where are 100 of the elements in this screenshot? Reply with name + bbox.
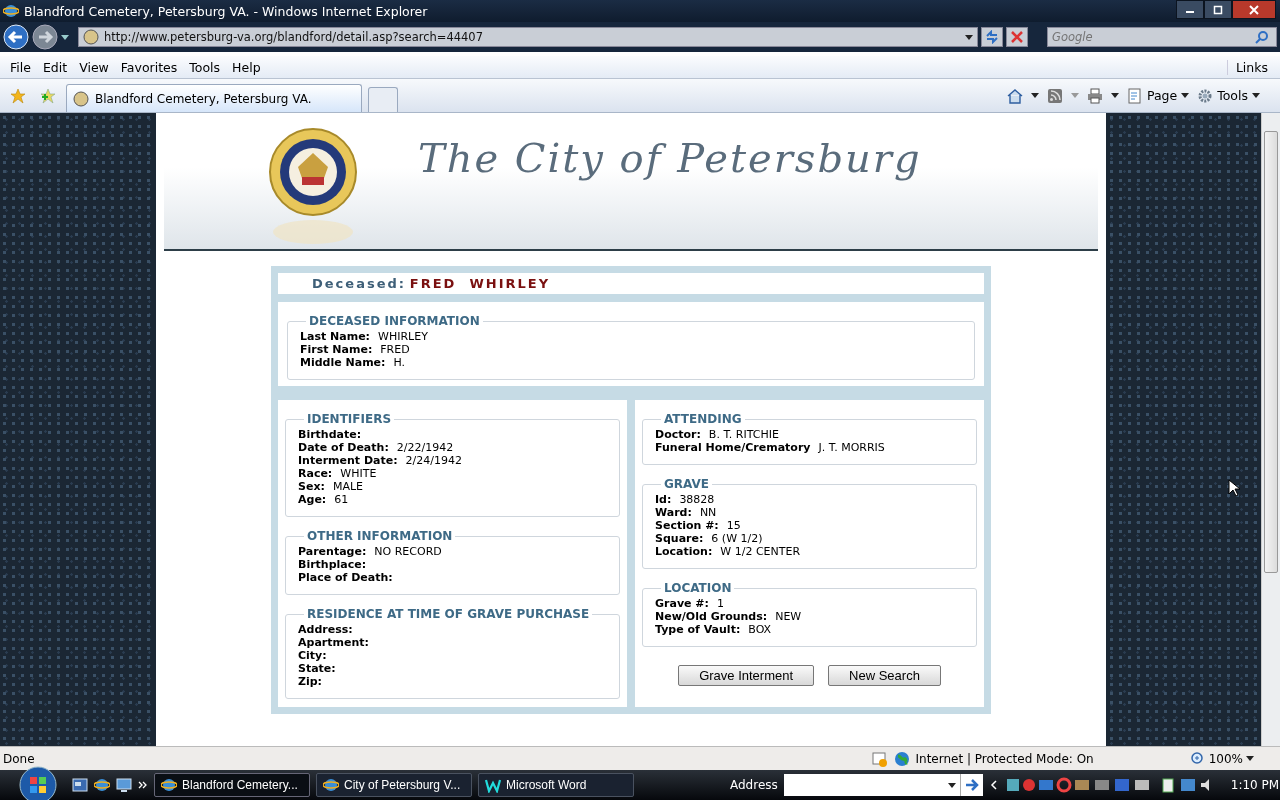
field-label: Race: [298,467,333,480]
browser-tab[interactable]: Blandford Cemetery, Petersburg VA. [66,84,362,112]
field-value: MALE [332,480,363,493]
field-value: 2/22/1942 [396,441,454,454]
browser-logo-icon [323,777,339,793]
field-label: First Name: [300,343,373,356]
section-title: ATTENDING [663,412,743,426]
caret-icon[interactable] [1030,93,1039,98]
menu-item[interactable]: Edit [36,59,74,75]
show-desktop-icon[interactable] [116,777,132,793]
close-icon [1011,31,1023,43]
field-value: J. T. MORRIS [818,441,885,454]
field-value: 15 [726,519,741,532]
command-menu[interactable]: Tools [1197,87,1260,104]
menu-item[interactable]: Tools [183,59,227,75]
section-title: IDENTIFIERS [306,412,393,426]
field-value: H. [393,356,406,369]
browser-logo-icon [3,3,19,19]
caret-icon[interactable] [1110,93,1119,98]
zoom-level[interactable]: 100% [1189,750,1254,767]
clock[interactable]: 1:10 PM [1230,778,1280,792]
arrow-icon [964,779,979,791]
field-value: 38828 [679,493,715,506]
field-label: Section #: [655,519,719,532]
page-icon [1126,87,1143,104]
chevron-icon[interactable] [988,780,999,790]
field-label: Last Name: [300,330,371,343]
field-label: Sex: [298,480,325,493]
links-toolbar[interactable]: Links [1226,59,1280,75]
section-title: LOCATION [663,581,733,595]
field-label: Place of Death: [298,571,393,584]
menu-item[interactable]: File [4,59,37,75]
close-button[interactable] [1232,0,1276,19]
caret-icon[interactable] [965,34,973,40]
deceased-name: FRED WHIRLEY [409,276,551,291]
field-label: Apartment: [298,636,369,649]
letter-w-icon [485,777,501,793]
printer-icon[interactable] [1086,87,1103,104]
search-field[interactable]: Google [1047,27,1277,47]
site-seal-icon [83,29,99,45]
gear-icon [1197,87,1214,104]
field-label: Ward: [655,506,692,519]
form-button[interactable]: Grave Interment [678,665,815,686]
field-value: FRED [380,343,410,356]
caret-icon[interactable] [61,34,69,40]
taskbar-button[interactable]: Microsoft Word [478,773,634,797]
section-title: RESIDENCE AT TIME OF GRAVE PURCHASE [306,607,591,621]
home-icon[interactable] [1006,87,1023,104]
field-label: Grave #: [655,597,709,610]
vertical-scrollbar[interactable] [1261,113,1280,746]
start-button[interactable] [18,765,58,800]
stop-button[interactable] [1006,27,1028,47]
field-label: Parentage: [298,545,367,558]
section-title: DECEASED INFORMATION [308,314,481,328]
field-label: Id: [655,493,672,506]
add-star-icon[interactable] [40,87,56,104]
field-value: 6 (W 1/2) [711,532,763,545]
field-label: Birthplace: [298,558,367,571]
switch-windows-icon[interactable] [72,777,88,793]
go-button[interactable] [959,774,983,796]
field-value: W 1/2 CENTER [720,545,801,558]
command-menu[interactable]: Page [1126,87,1190,104]
refresh-button[interactable] [981,27,1003,47]
section-title: GRAVE [663,477,711,491]
taskbar-button[interactable]: Blandford Cemetery... [154,773,310,797]
menu-item[interactable]: Help [226,59,267,75]
address-field[interactable]: http://www.petersburg-va.org/blandford/detail.asp?search=44407 [78,27,978,47]
taskbar-button[interactable]: City of Petersburg V... [316,773,472,797]
site-seal-icon [73,90,89,107]
field-label: Location: [655,545,713,558]
window-title: Blandford Cemetery, Petersburg VA. - Windows Internet Explorer [24,3,428,19]
star-icon[interactable] [10,87,26,104]
chevron-icon[interactable] [138,780,148,790]
field-value: B. T. RITCHIE [708,428,779,441]
field-label: Age: [298,493,327,506]
browser-logo-icon[interactable] [94,777,110,793]
field-label: Birthdate: [298,428,362,441]
city-title: The City of Petersburg [418,135,922,181]
field-label: Date of Death: [298,441,389,454]
minimize-button[interactable] [1176,0,1204,19]
field-label: Middle Name: [300,356,386,369]
close-icon [1249,4,1259,15]
feed-icon[interactable] [1046,87,1063,104]
caret-icon [1246,756,1254,761]
caret-icon [1252,93,1260,98]
warning-page-icon [871,750,888,767]
search-icon[interactable] [1255,30,1269,44]
section-title: OTHER INFORMATION [306,529,454,543]
status-text: Done [3,751,35,766]
field-value: NEW [775,610,802,623]
form-button[interactable]: New Search [828,665,941,686]
field-value: NO RECORD [374,545,442,558]
field-value: WHITE [340,467,377,480]
maximize-icon [1213,4,1223,15]
mouse-pointer-icon [1228,479,1240,497]
menu-item[interactable]: Favorites [114,59,184,75]
maximize-button[interactable] [1204,0,1232,19]
security-zone[interactable]: Internet | Protected Mode: On [915,751,1094,766]
menu-item[interactable]: View [73,59,115,75]
address-field[interactable] [783,774,960,796]
